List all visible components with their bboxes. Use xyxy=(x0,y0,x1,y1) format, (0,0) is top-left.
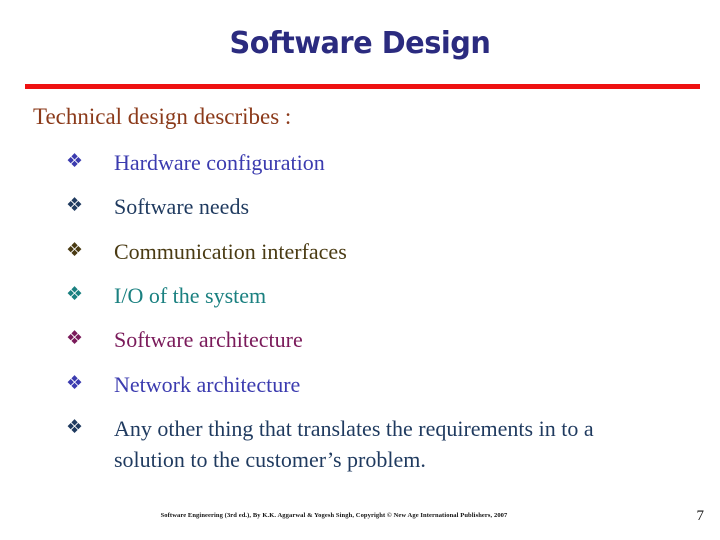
diamond-bullet-icon: ❖ xyxy=(66,283,84,306)
title-divider-rule xyxy=(25,84,700,89)
list-item-label: Software architecture xyxy=(114,327,303,353)
page-number: 7 xyxy=(696,508,705,524)
page-title: Software Design xyxy=(229,26,491,61)
list-item: ❖ Communication interfaces xyxy=(66,237,686,267)
bullet-list: ❖ Hardware configuration ❖ Software need… xyxy=(66,148,686,489)
list-item: ❖ Software architecture xyxy=(66,325,686,355)
list-item: ❖ Hardware configuration xyxy=(66,148,686,178)
list-item-label: Communication interfaces xyxy=(114,238,347,264)
list-item: ❖ Network architecture xyxy=(66,370,686,400)
diamond-bullet-icon: ❖ xyxy=(66,371,84,394)
list-item-label: Any other thing that translates the requ… xyxy=(114,416,594,472)
list-item-label: Hardware configuration xyxy=(114,150,325,175)
list-item-label: Network architecture xyxy=(114,371,301,397)
slide-title-container: Software Design xyxy=(0,28,720,60)
list-item: ❖ Any other thing that translates the re… xyxy=(66,414,686,475)
source-citation: Software Engineering (3rd ed.), By K.K. … xyxy=(160,512,508,519)
list-item-label: Software needs xyxy=(114,194,250,220)
diamond-bullet-icon: ❖ xyxy=(66,194,84,217)
diamond-bullet-icon: ❖ xyxy=(66,238,84,261)
list-item: ❖ Software needs xyxy=(66,192,686,222)
list-item: ❖ I/O of the system xyxy=(66,281,686,311)
slide-canvas: Software Design Technical design describ… xyxy=(0,0,720,540)
list-item-label: I/O of the system xyxy=(114,283,267,309)
diamond-bullet-icon: ❖ xyxy=(66,150,84,172)
diamond-bullet-icon: ❖ xyxy=(66,327,84,350)
intro-line: Technical design describes : xyxy=(33,104,292,129)
diamond-bullet-icon: ❖ xyxy=(66,416,84,439)
